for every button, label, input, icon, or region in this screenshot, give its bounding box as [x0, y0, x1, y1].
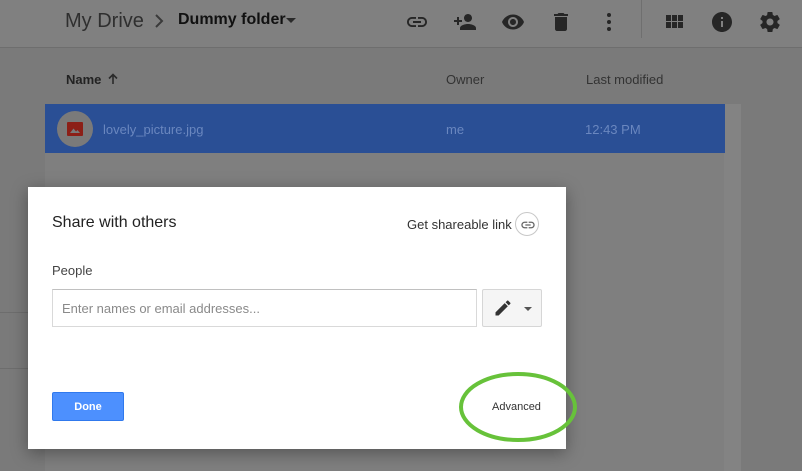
link-icon	[521, 221, 535, 229]
breadcrumb-my-drive[interactable]: My Drive	[65, 10, 144, 33]
toolbar-divider	[641, 0, 642, 38]
grid-view-icon[interactable]	[662, 10, 686, 34]
file-owner: me	[446, 122, 465, 137]
people-label: People	[52, 263, 93, 278]
info-icon[interactable]	[710, 10, 734, 34]
more-vert-icon[interactable]	[597, 10, 621, 34]
column-header-name[interactable]: Name	[66, 72, 101, 87]
pencil-edit-icon	[495, 300, 511, 316]
list-scrollbar[interactable]	[724, 104, 741, 471]
permission-dropdown-button[interactable]	[482, 289, 542, 327]
people-input[interactable]	[52, 289, 477, 327]
file-name[interactable]: lovely_picture.jpg	[103, 122, 203, 137]
top-toolbar: My Drive Dummy folder	[0, 0, 802, 48]
dialog-title: Share with others	[52, 214, 177, 231]
file-type-avatar	[57, 111, 93, 147]
breadcrumb-current-folder[interactable]: Dummy folder	[178, 11, 286, 29]
arrow-up-icon[interactable]	[106, 72, 120, 86]
file-last-modified: 12:43 PM	[585, 122, 641, 137]
link-icon[interactable]	[405, 10, 429, 34]
get-shareable-link[interactable]: Get shareable link	[407, 217, 512, 232]
column-header-last-modified[interactable]: Last modified	[586, 72, 663, 87]
preview-eye-icon[interactable]	[501, 10, 525, 34]
shareable-link-button[interactable]	[515, 212, 539, 236]
column-header-owner[interactable]: Owner	[446, 72, 484, 87]
chevron-right-icon	[155, 14, 164, 28]
folder-menu-caret-icon[interactable]	[284, 16, 298, 26]
highlight-ring	[459, 372, 577, 442]
done-button[interactable]: Done	[52, 392, 124, 421]
add-person-icon[interactable]	[453, 10, 477, 34]
chevron-down-icon	[524, 307, 532, 311]
image-icon	[67, 122, 83, 136]
trash-icon[interactable]	[549, 10, 573, 34]
settings-gear-icon[interactable]	[758, 10, 782, 34]
